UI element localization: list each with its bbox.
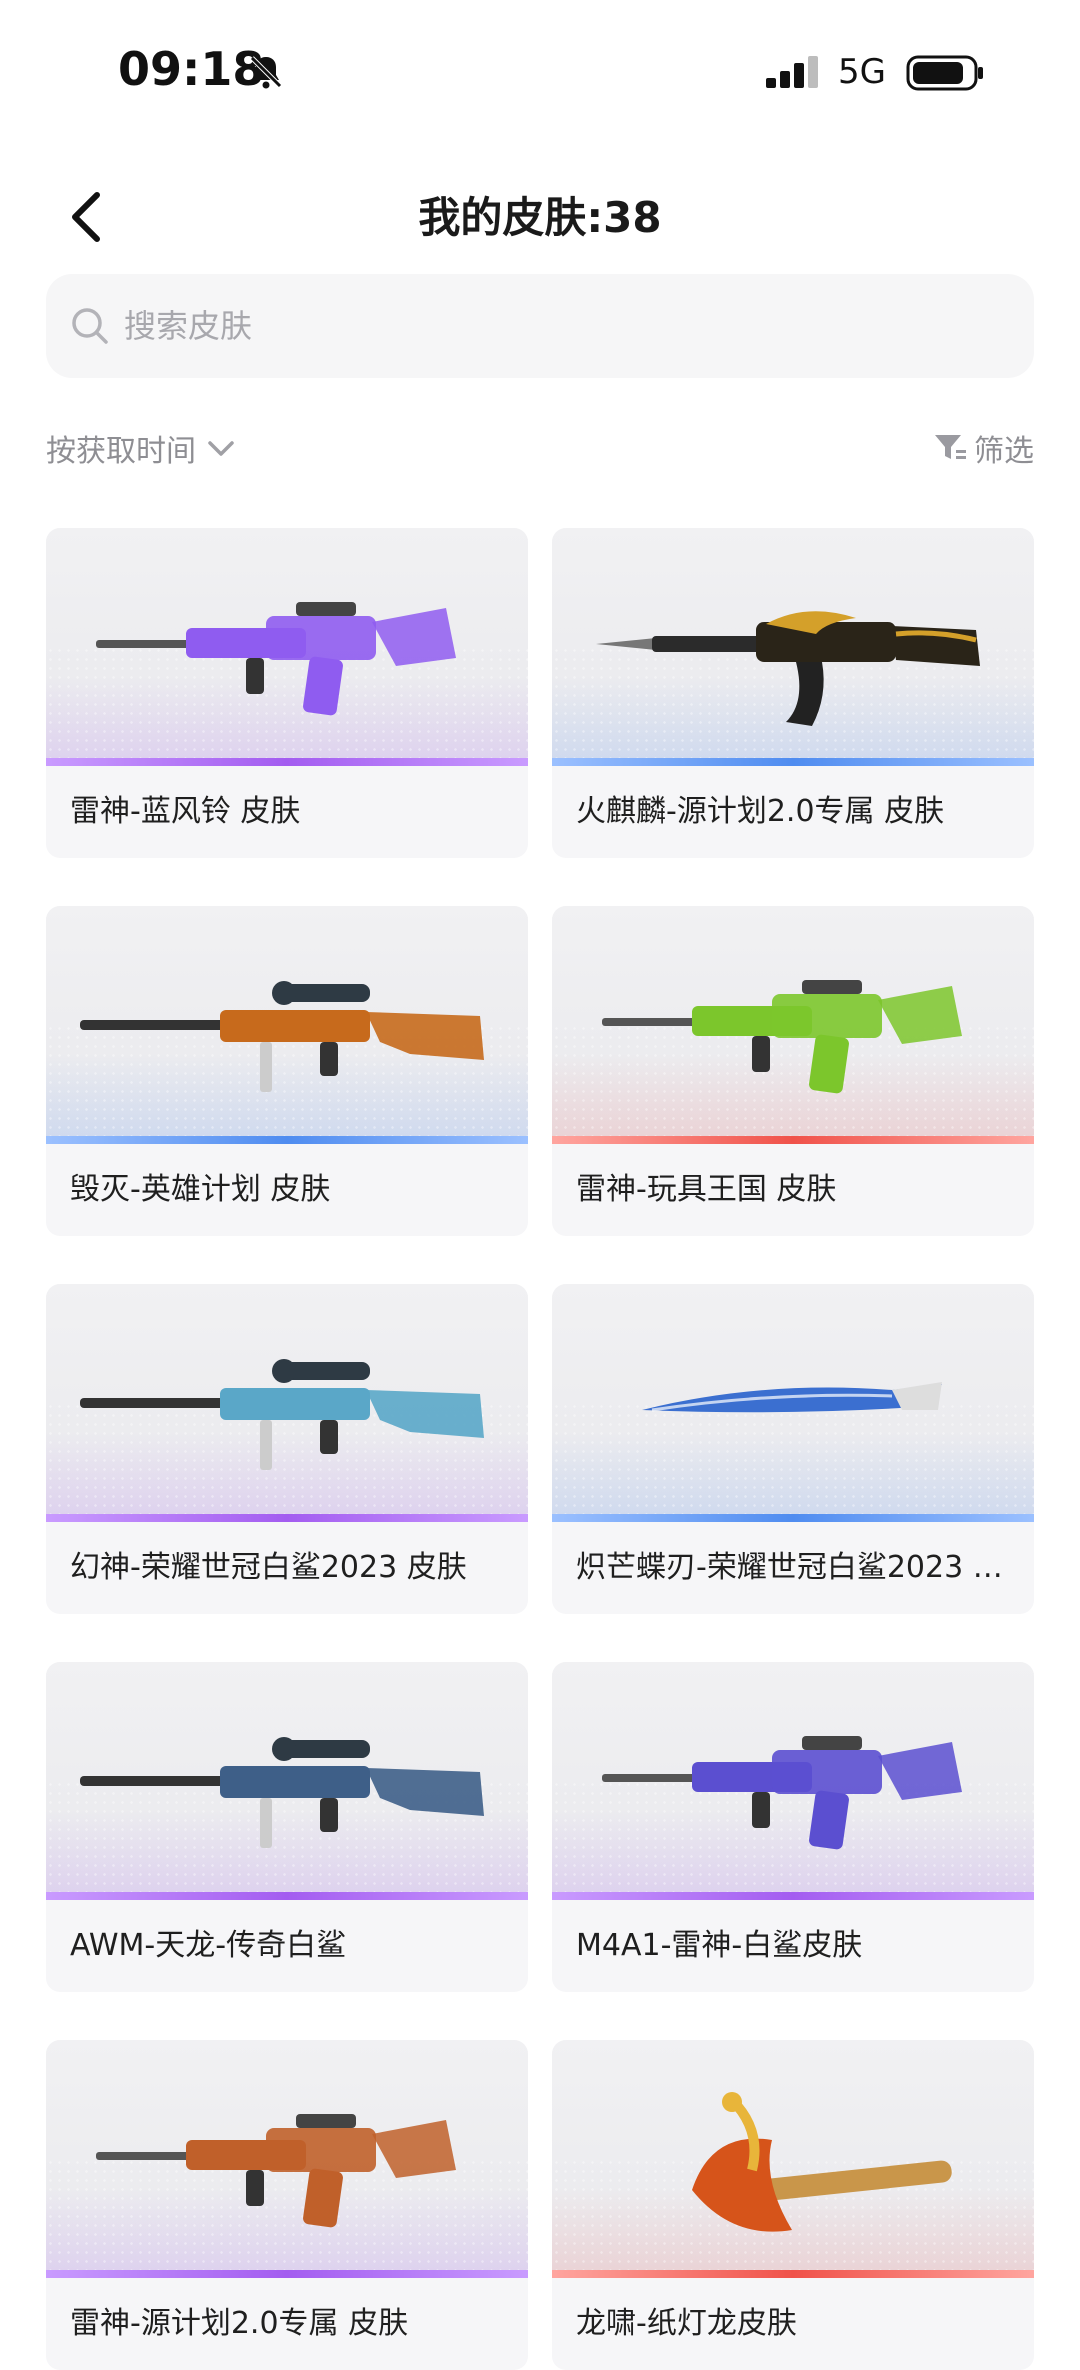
network-label: 5G [838, 52, 886, 92]
rarity-bar [46, 1892, 528, 1900]
sort-button[interactable]: 按获取时间 [46, 418, 238, 478]
skin-thumbnail [46, 906, 528, 1144]
skin-thumbnail [46, 1662, 528, 1900]
battery-icon [906, 55, 983, 91]
signal-icon [766, 56, 818, 88]
skin-name: 雷神-蓝风铃 皮肤 [70, 794, 301, 829]
skin-name: 雷神-源计划2.0专属 皮肤 [70, 2306, 409, 2341]
search-icon [72, 308, 108, 344]
rarity-bar [552, 1136, 1034, 1144]
skin-card[interactable]: 火麒麟-源计划2.0专属 皮肤 [552, 528, 1034, 858]
rarity-bar [552, 758, 1034, 766]
skin-card[interactable]: 毁灭-英雄计划 皮肤 [46, 906, 528, 1236]
skin-name: 雷神-玩具王国 皮肤 [576, 1172, 837, 1207]
skin-name: M4A1-雷神-白鲨皮肤 [576, 1928, 863, 1963]
bell-muted-icon [250, 56, 282, 89]
rarity-bar [46, 2270, 528, 2278]
skin-name: 炽芒蝶刃-荣耀世冠白鲨2023 皮肤 [576, 1550, 1010, 1585]
skin-thumbnail [552, 528, 1034, 766]
knife-weapon-icon [642, 1382, 942, 1413]
skin-name: 毁灭-英雄计划 皮肤 [70, 1172, 331, 1207]
rarity-bar [46, 1514, 528, 1522]
filter-label: 筛选 [974, 434, 1034, 469]
ak-weapon-icon [596, 611, 980, 726]
chevron-down-icon [208, 441, 234, 456]
filter-icon [935, 435, 966, 459]
axe-weapon-icon [692, 2092, 952, 2232]
skin-card[interactable]: 雷神-蓝风铃 皮肤 [46, 528, 528, 858]
rifle-weapon-icon [602, 980, 962, 1094]
search-input[interactable] [122, 306, 982, 346]
skin-card[interactable]: AWM-天龙-传奇白鲨 [46, 1662, 528, 1992]
rifle-weapon-icon [602, 1736, 962, 1850]
rarity-bar [46, 1136, 528, 1144]
rifle-weapon-icon [96, 602, 456, 716]
search-box[interactable] [46, 274, 1034, 378]
filter-button[interactable]: 筛选 [932, 418, 1034, 478]
sniper-weapon-icon [80, 1737, 484, 1848]
sniper-weapon-icon [80, 1359, 484, 1470]
sniper-weapon-icon [80, 981, 484, 1092]
skin-card[interactable]: 雷神-玩具王国 皮肤 [552, 906, 1034, 1236]
skin-thumbnail [552, 906, 1034, 1144]
rarity-bar [552, 2270, 1034, 2278]
skin-name: 幻神-荣耀世冠白鲨2023 皮肤 [70, 1550, 467, 1585]
rifle-weapon-icon [96, 2114, 456, 2228]
rarity-bar [552, 1514, 1034, 1522]
status-time: 09:18 [118, 42, 265, 96]
sort-label: 按获取时间 [46, 434, 196, 469]
sort-filter-row: 按获取时间 筛选 [46, 418, 1034, 478]
skin-name: 龙啸-纸灯龙皮肤 [576, 2306, 797, 2341]
rarity-bar [552, 1892, 1034, 1900]
skin-name: AWM-天龙-传奇白鲨 [70, 1928, 347, 1963]
skin-card[interactable]: M4A1-雷神-白鲨皮肤 [552, 1662, 1034, 1992]
skin-thumbnail [46, 2040, 528, 2278]
skin-card[interactable]: 炽芒蝶刃-荣耀世冠白鲨2023 皮肤 [552, 1284, 1034, 1614]
skin-card[interactable]: 龙啸-纸灯龙皮肤 [552, 2040, 1034, 2370]
skin-thumbnail [552, 2040, 1034, 2278]
skin-thumbnail [46, 1284, 528, 1522]
skin-thumbnail [552, 1284, 1034, 1522]
header: 我的皮肤:38 [0, 160, 1080, 270]
skin-card[interactable]: 幻神-荣耀世冠白鲨2023 皮肤 [46, 1284, 528, 1614]
status-bar: 09:18 5G [0, 0, 1080, 150]
skin-card[interactable]: 雷神-源计划2.0专属 皮肤 [46, 2040, 528, 2370]
skin-thumbnail [552, 1662, 1034, 1900]
rarity-bar [46, 758, 528, 766]
page-title: 我的皮肤:38 [418, 193, 662, 242]
skin-thumbnail [46, 528, 528, 766]
skin-name: 火麒麟-源计划2.0专属 皮肤 [576, 794, 945, 829]
